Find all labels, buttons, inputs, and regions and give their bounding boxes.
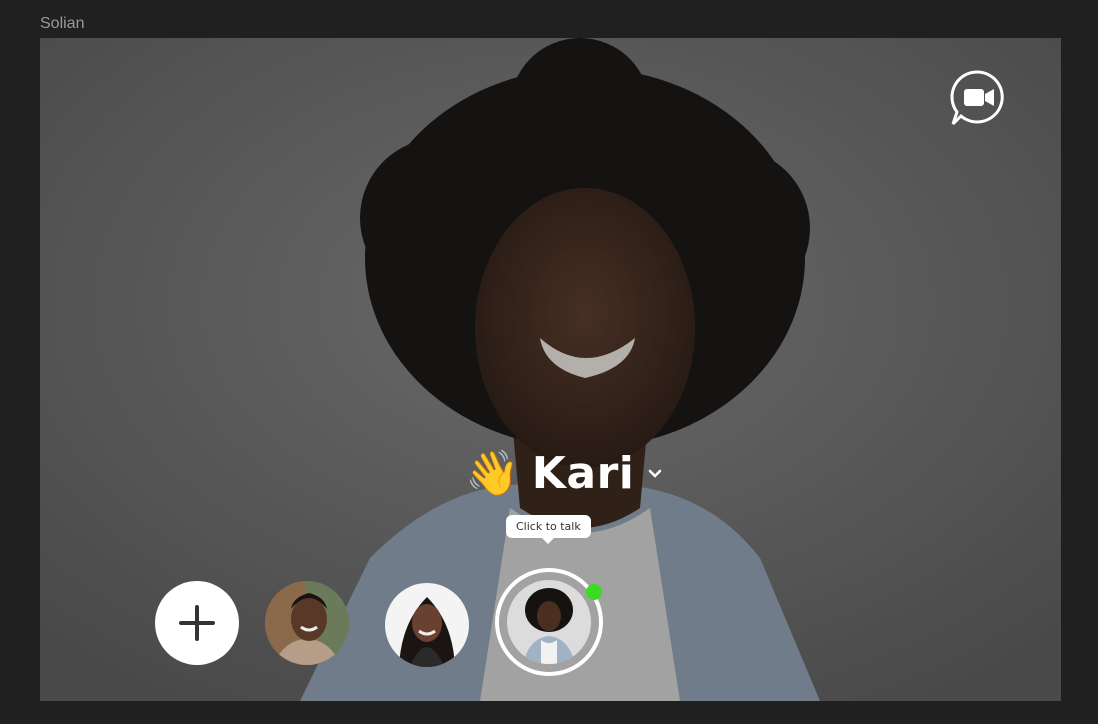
chevron-down-icon [649, 469, 662, 478]
avatar-photo [507, 580, 591, 664]
video-chat-button[interactable] [949, 69, 1007, 127]
video-chat-icon [950, 70, 1004, 126]
background-photo-stage: 👋 Kari Click to talk [40, 38, 1061, 701]
avatar-photo [385, 583, 469, 667]
click-to-talk-tooltip: Click to talk [506, 515, 591, 544]
add-contact-button[interactable] [155, 581, 239, 665]
app-title: Solian [40, 15, 85, 32]
user-name: Kari [531, 448, 635, 499]
plus-icon [179, 605, 215, 641]
contact-avatar-3[interactable] [507, 580, 591, 664]
user-switcher[interactable]: 👋 Kari [465, 448, 662, 499]
avatar-photo [265, 581, 349, 665]
contact-avatar-1[interactable] [265, 581, 349, 665]
wave-emoji: 👋 [465, 447, 520, 499]
contact-avatar-2[interactable] [385, 583, 469, 667]
online-status-dot [586, 584, 602, 600]
